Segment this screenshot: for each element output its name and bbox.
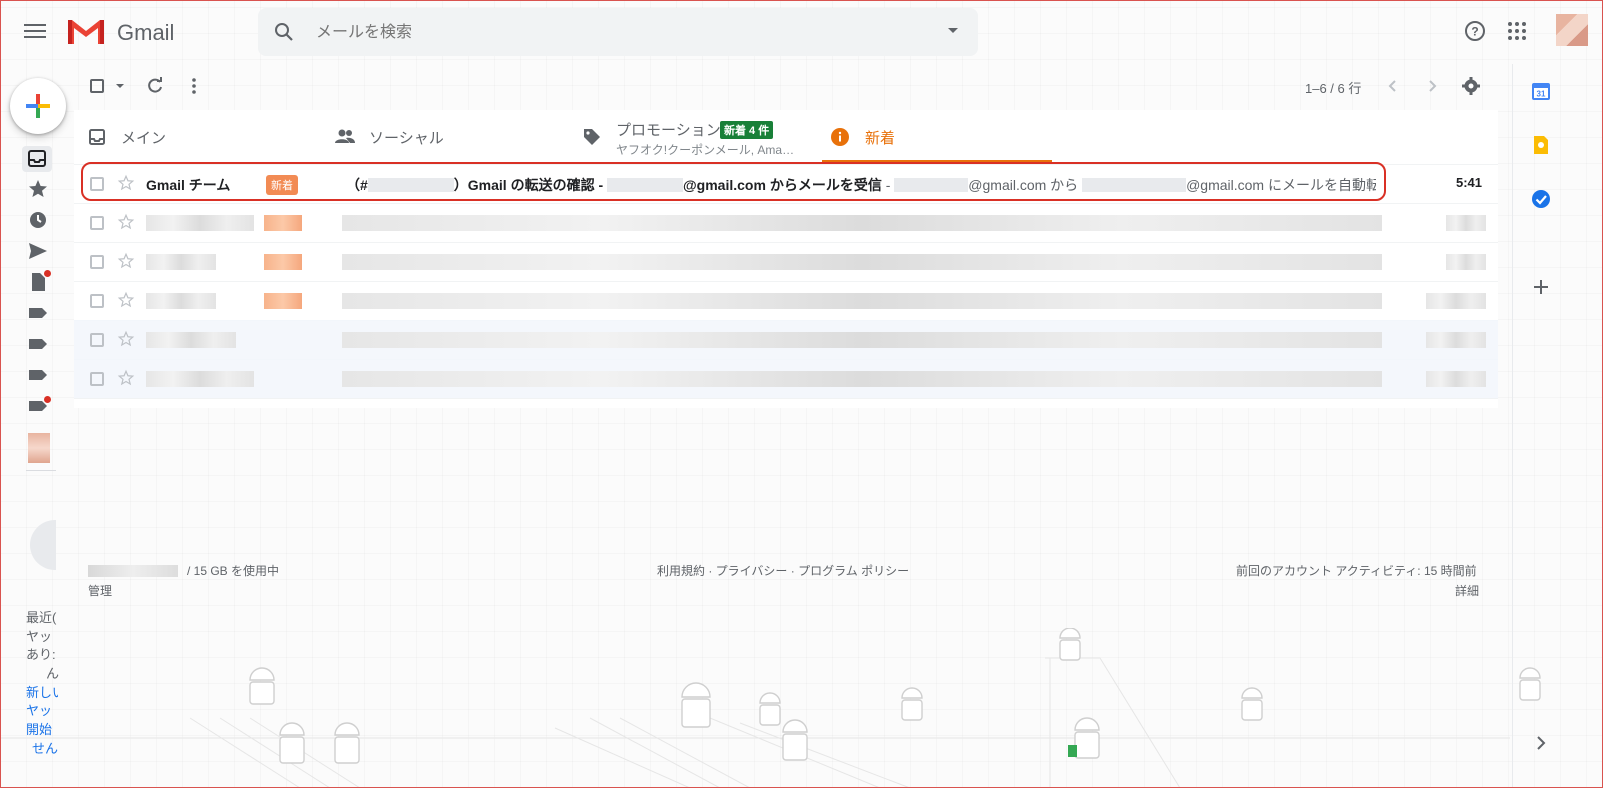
tab-primary[interactable]: メイン xyxy=(74,110,322,164)
tab-label: メイン xyxy=(121,130,167,147)
redacted-subject xyxy=(342,371,1382,387)
redacted-storage xyxy=(88,565,178,577)
people-icon xyxy=(335,129,355,143)
label-icon[interactable] xyxy=(26,301,50,325)
add-addon-plus-icon[interactable] xyxy=(1530,276,1552,298)
redacted-sender xyxy=(146,254,216,270)
theme-android-illustration xyxy=(0,628,1541,788)
tab-updates[interactable]: 新着 xyxy=(818,110,1066,164)
help-icon[interactable]: ? xyxy=(1463,19,1487,43)
refresh-icon[interactable] xyxy=(145,76,165,96)
redacted-time xyxy=(1426,371,1486,387)
tab-promotions[interactable]: プロモーション 新着 4 件 ヤフオク!クーポンメール, Ama… xyxy=(570,110,818,164)
row-checkbox[interactable] xyxy=(90,333,104,347)
highlight-outline xyxy=(81,162,1386,201)
svg-text:31: 31 xyxy=(1537,90,1546,99)
redacted-subject xyxy=(342,215,1382,231)
table-row[interactable] xyxy=(74,320,1498,360)
row-checkbox[interactable] xyxy=(90,372,104,386)
footer-policy-links[interactable]: 利用規約 · プライバシー · プログラム ポリシー xyxy=(657,562,909,579)
snoozed-icon[interactable] xyxy=(26,208,50,232)
star-icon[interactable] xyxy=(117,369,135,387)
hangouts-text: 最近( xyxy=(26,610,57,625)
row-checkbox[interactable] xyxy=(90,255,104,269)
tag-icon xyxy=(584,129,600,145)
redacted-time xyxy=(1426,332,1486,348)
redacted-sender xyxy=(146,293,216,309)
tab-label: 新着 xyxy=(865,130,896,147)
star-icon[interactable] xyxy=(117,213,135,231)
tab-sublabel: ヤフオク!クーポンメール, Ama… xyxy=(616,143,795,157)
redacted-sender xyxy=(146,371,254,387)
label-icon[interactable] xyxy=(26,332,50,356)
top-bar: Gmail ? xyxy=(0,0,1603,64)
gmail-logo-icon[interactable] xyxy=(66,16,106,46)
older-chevron-right-icon[interactable] xyxy=(1422,76,1442,96)
activity-details-link[interactable]: 詳細 xyxy=(1455,582,1479,599)
plus-icon xyxy=(26,94,50,118)
info-icon xyxy=(831,128,849,146)
newer-chevron-left-icon[interactable] xyxy=(1383,76,1403,96)
star-icon[interactable] xyxy=(117,291,135,309)
account-avatar[interactable] xyxy=(1556,14,1588,46)
table-row[interactable] xyxy=(74,203,1498,243)
search-options-icon[interactable] xyxy=(948,28,958,33)
main-menu-icon[interactable] xyxy=(24,20,46,42)
inbox-icon xyxy=(89,129,105,145)
select-all-checkbox[interactable] xyxy=(90,79,104,93)
table-row[interactable] xyxy=(74,242,1498,282)
row-checkbox[interactable] xyxy=(90,294,104,308)
manage-storage-link[interactable]: 管理 xyxy=(88,582,112,599)
last-activity: 前回のアカウント アクティビティ: 15 時間前 xyxy=(1236,564,1477,578)
pagination-text: 1–6 / 6 行 xyxy=(1305,81,1362,96)
star-icon[interactable] xyxy=(117,330,135,348)
redacted-subject xyxy=(342,254,1382,270)
redacted-label xyxy=(264,293,302,309)
redacted-time xyxy=(1446,254,1486,270)
table-row[interactable] xyxy=(74,359,1498,399)
redacted-label xyxy=(264,254,302,270)
new-count-badge: 新着 4 件 xyxy=(720,121,774,139)
received-time: 5:41 xyxy=(1455,175,1482,190)
storage-usage: / 15 GB を使用中 xyxy=(187,564,280,578)
notification-dot xyxy=(44,396,51,403)
compose-button[interactable] xyxy=(10,78,66,134)
star-icon[interactable] xyxy=(117,252,135,270)
calendar-icon[interactable]: 31 xyxy=(1530,80,1552,102)
svg-text:?: ? xyxy=(1471,25,1478,39)
notification-dot xyxy=(44,270,51,277)
apps-grid-icon[interactable] xyxy=(1508,22,1526,40)
starred-icon[interactable] xyxy=(26,177,50,201)
tasks-icon[interactable] xyxy=(1530,188,1552,210)
tab-label: ソーシャル xyxy=(369,130,444,147)
more-options-icon[interactable] xyxy=(184,76,204,96)
redacted-sender xyxy=(146,332,236,348)
divider xyxy=(26,470,56,471)
label-icon[interactable] xyxy=(26,363,50,387)
table-row[interactable] xyxy=(74,281,1498,321)
category-tabs: メイン ソーシャル プロモーション 新着 4 件 ヤフオク!クーポンメール, A… xyxy=(74,110,1498,165)
redacted-sender xyxy=(146,215,254,231)
app-name[interactable]: Gmail xyxy=(117,20,174,46)
select-dropdown-icon[interactable] xyxy=(116,84,124,88)
hangouts-avatar[interactable] xyxy=(28,433,50,463)
row-checkbox[interactable] xyxy=(90,216,104,230)
redacted-time xyxy=(1426,293,1486,309)
settings-gear-icon[interactable] xyxy=(1461,76,1481,96)
nav-inbox[interactable] xyxy=(22,146,52,172)
redacted-time xyxy=(1446,215,1486,231)
keep-icon[interactable] xyxy=(1530,134,1552,156)
tab-social[interactable]: ソーシャル xyxy=(322,110,570,164)
redacted-subject xyxy=(342,293,1382,309)
redacted-label xyxy=(264,215,302,231)
sent-icon[interactable] xyxy=(26,239,50,263)
search-input[interactable] xyxy=(314,20,918,46)
search-icon[interactable] xyxy=(272,20,296,44)
inbox-icon xyxy=(28,150,46,167)
tab-label: プロモーション xyxy=(616,122,721,139)
search-bar[interactable] xyxy=(258,8,978,56)
redacted-subject xyxy=(342,332,1382,348)
